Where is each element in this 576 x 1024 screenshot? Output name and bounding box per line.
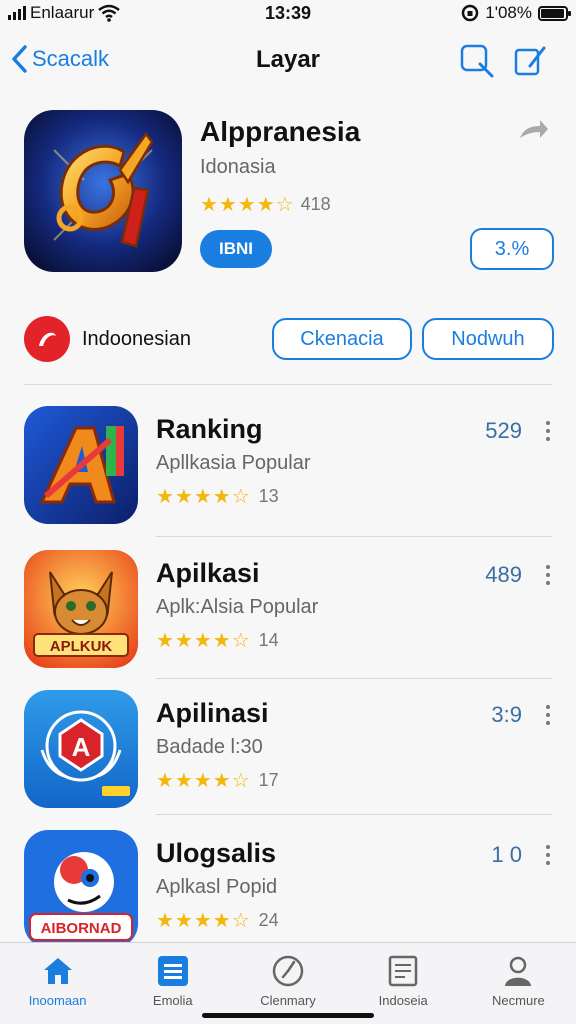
more-options-icon[interactable]	[542, 418, 554, 444]
get-button[interactable]: IBNI	[200, 230, 272, 268]
tab-profile[interactable]: Necmure	[461, 943, 576, 1024]
app-subtitle: Aplk:Alsia Popular	[156, 596, 319, 618]
carrier-label: Enlaarur	[30, 3, 95, 22]
app-count: 1 0	[491, 842, 522, 867]
list-item[interactable]: A Apilinasi Badade l:30 ★★★★☆ 17 3:9	[0, 690, 576, 830]
app-rating: ★★★★☆ 14	[156, 628, 279, 653]
tab-label: Necmure	[492, 993, 545, 1008]
app-name: Ulogsalis	[156, 838, 277, 868]
divider	[24, 384, 552, 385]
star-rating: ★★★★☆	[200, 194, 295, 216]
search-icon[interactable]	[458, 42, 496, 80]
app-subtitle: Aplkasl Popid	[156, 876, 278, 898]
share-icon[interactable]	[516, 118, 550, 146]
featured-subtitle: Idonasia	[200, 156, 276, 178]
app-count: 489	[485, 562, 522, 587]
clock-icon	[272, 955, 304, 987]
letter-a-game-icon	[24, 406, 138, 524]
divider	[156, 678, 552, 679]
app-count: 529	[485, 418, 522, 443]
document-icon	[388, 955, 418, 987]
tab-label: Emolia	[152, 993, 193, 1008]
price-button[interactable]: 3.%	[470, 228, 554, 270]
star-rating: ★★★★☆	[156, 910, 251, 932]
ghost-mascot-icon: AIBORNAD	[24, 830, 138, 948]
list-item[interactable]: Ranking Apllkasia Popular ★★★★☆ 13 529	[0, 406, 576, 546]
tab-list[interactable]: Emolia	[115, 943, 230, 1024]
rating-count: 24	[258, 910, 279, 930]
more-options-icon[interactable]	[542, 702, 554, 728]
app-rating: ★★★★☆ 13	[156, 484, 279, 509]
tab-bar: Inoomaan Emolia Clenmary Indoseia Necmur…	[0, 942, 576, 1024]
rating-count: 418	[300, 194, 331, 214]
back-button[interactable]: Scacalk	[10, 44, 109, 74]
app-subtitle: Apllkasia Popular	[156, 452, 311, 474]
star-rating: ★★★★☆	[156, 630, 251, 652]
app-name: Apilkasi	[156, 558, 260, 588]
home-icon	[43, 958, 72, 984]
tab-label: Inoomaan	[28, 993, 87, 1008]
app-rating: ★★★★☆ 24	[156, 908, 279, 933]
svg-text:A: A	[72, 732, 91, 762]
featured-app: Alppranesia Idonasia ★★★★☆ 418 IBNI 3.%	[0, 108, 576, 278]
app-name: Ranking	[156, 414, 263, 444]
profile-icon	[505, 956, 532, 986]
app-rating: ★★★★☆ 17	[156, 768, 279, 793]
game-logo-icon[interactable]	[24, 110, 182, 272]
home-indicator	[202, 1013, 374, 1018]
tab-label: Clenmary	[260, 993, 316, 1008]
status-right: 1'08%	[461, 3, 571, 23]
app-count: 3:9	[491, 702, 522, 727]
app-icon-text: AIBORNAD	[41, 920, 122, 937]
filter-row: Indoonesian Ckenacia Nodwuh	[0, 312, 576, 368]
tab-clock[interactable]: Clenmary	[230, 943, 345, 1024]
region-flag-icon[interactable]	[24, 316, 70, 362]
featured-title: Alppranesia	[200, 116, 361, 147]
list-icon	[157, 956, 188, 986]
back-label: Scacalk	[32, 46, 110, 71]
status-left: Enlaarur	[8, 3, 121, 23]
divider	[156, 814, 552, 815]
divider	[156, 536, 552, 537]
list-item[interactable]: APLKUK Apilkasi Aplk:Alsia Popular ★★★★☆…	[0, 550, 576, 690]
wifi-icon	[98, 4, 121, 22]
chevron-left-icon	[12, 45, 27, 73]
app-name: Apilinasi	[156, 698, 269, 728]
battery-percent: 1'08%	[485, 3, 532, 22]
star-rating: ★★★★☆	[156, 770, 251, 792]
svg-text:APLKUK: APLKUK	[50, 638, 113, 655]
crest-shield-icon: A	[24, 690, 138, 808]
tab-home[interactable]: Inoomaan	[0, 943, 115, 1024]
more-options-icon[interactable]	[542, 562, 554, 588]
featured-rating: ★★★★☆ 418	[200, 192, 331, 217]
rating-count: 13	[258, 486, 279, 506]
battery-icon	[538, 5, 571, 21]
filter-button-nodwuh[interactable]: Nodwuh	[422, 318, 554, 360]
tab-document[interactable]: Indoseia	[346, 943, 461, 1024]
battery-fill	[541, 8, 564, 18]
orientation-lock-icon	[462, 4, 479, 22]
navigation-bar: Scacalk Layar	[0, 36, 576, 86]
more-options-icon[interactable]	[542, 842, 554, 868]
rating-count: 14	[258, 630, 279, 650]
tab-label: Indoseia	[378, 993, 428, 1008]
status-bar: Enlaarur 13:39 1'08%	[0, 0, 576, 26]
cat-mascot-icon: APLKUK	[24, 550, 138, 668]
compose-icon[interactable]	[512, 42, 550, 80]
filter-button-ckenacia[interactable]: Ckenacia	[272, 318, 412, 360]
signal-icon	[8, 6, 26, 20]
region-label: Indoonesian	[82, 328, 191, 350]
star-rating: ★★★★☆	[156, 486, 251, 508]
app-subtitle: Badade l:30	[156, 736, 263, 758]
rating-count: 17	[258, 770, 279, 790]
